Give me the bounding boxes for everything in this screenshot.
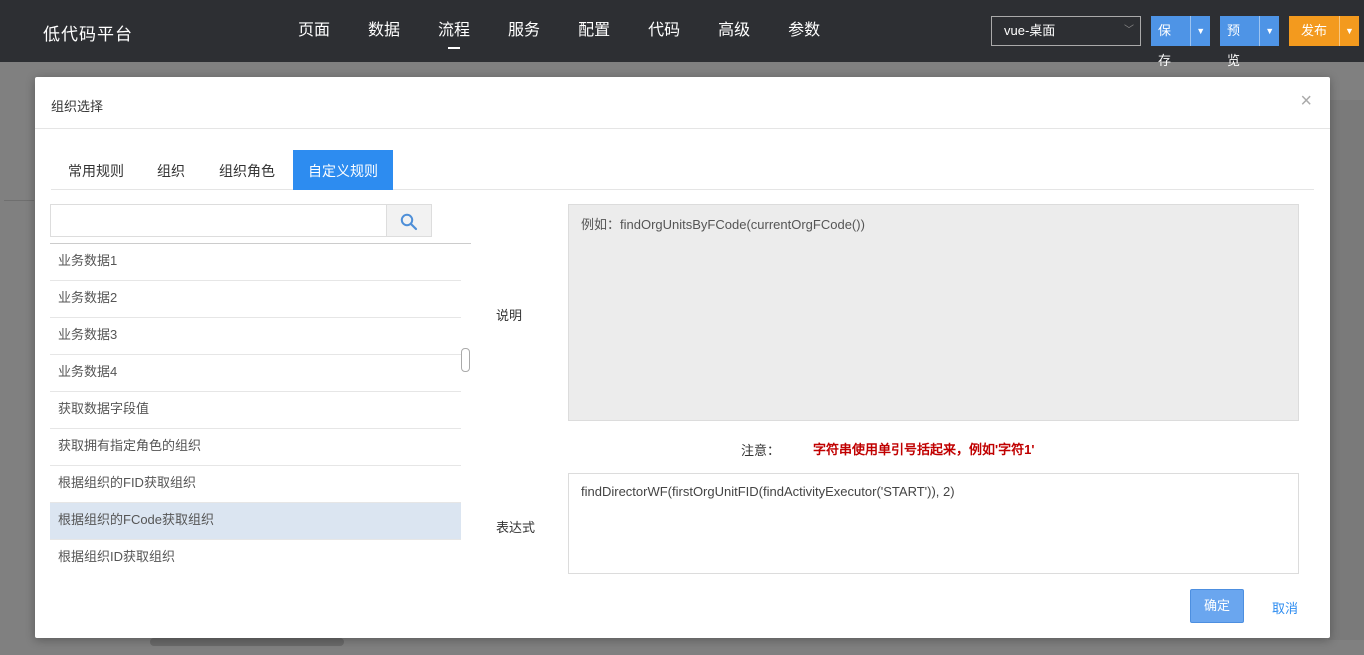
background-scrollbar [150,638,344,646]
list-item[interactable]: 根据组织的FID获取组织 [50,466,461,503]
list-scrollbar-thumb[interactable] [461,348,470,372]
app-title: 低代码平台 [43,25,133,44]
publish-split-button[interactable]: 发布 ▼ [1289,16,1359,46]
desc-label: 说明 [496,308,523,323]
search-icon [400,213,418,231]
save-split-button[interactable]: 保存 ▼ [1151,16,1210,68]
top-bar: 低代码平台 页面 数据 流程 服务 配置 代码 高级 参数 vue-桌面 ﹀ 保存 ▼ 预览 … [0,0,1364,68]
nav-item-code[interactable]: 代码 [648,0,680,62]
env-select-value: vue-桌面 [1004,23,1056,38]
org-select-dialog: 组织选择 × 常用规则 组织 组织角色 自定义规则 业务数据1 业务数据2 业务… [35,77,1330,638]
note-label: 注意： [741,443,781,458]
tab-org[interactable]: 组织 [155,150,187,190]
nav-item-config[interactable]: 配置 [578,0,610,62]
cancel-button[interactable]: 取消 [1272,598,1298,617]
background-divider [4,200,34,201]
list-item[interactable]: 业务数据4 [50,355,461,392]
expr-label: 表达式 [496,520,536,535]
note-text: 字符串使用单引号括起来，例如'字符1' [813,442,1035,457]
dialog-header: 组织选择 × [35,77,1330,129]
close-icon[interactable]: × [1300,91,1312,111]
nav-item-data[interactable]: 数据 [368,0,400,62]
chevron-down-icon: ﹀ [1124,25,1134,36]
nav-item-params[interactable]: 参数 [788,0,820,62]
tab-custom-rules[interactable]: 自定义规则 [293,150,393,190]
search-input[interactable] [50,204,387,237]
desc-text: 例如：findOrgUnitsByFCode(currentOrgFCode()… [568,204,1299,421]
list-item[interactable]: 根据组织ID获取组织 [50,540,461,574]
env-select[interactable]: vue-桌面 ﹀ [991,16,1141,46]
list-item[interactable]: 获取拥有指定角色的组织 [50,429,461,466]
rule-list: 业务数据1 业务数据2 业务数据3 业务数据4 获取数据字段值 获取拥有指定角色… [50,244,461,574]
search-button[interactable] [386,204,432,237]
ok-button[interactable]: 确定 [1190,589,1244,623]
publish-dropdown-arrow-icon[interactable]: ▼ [1339,16,1359,46]
nav-item-advanced[interactable]: 高级 [718,0,750,62]
list-item[interactable]: 业务数据1 [50,244,461,281]
preview-button[interactable]: 预览 [1220,16,1259,68]
nav-item-page[interactable]: 页面 [298,0,330,62]
list-item[interactable]: 获取数据字段值 [50,392,461,429]
expr-textarea[interactable]: findDirectorWF(firstOrgUnitFID(findActiv… [568,473,1299,574]
tab-org-role[interactable]: 组织角色 [217,150,277,190]
dialog-title: 组织选择 [51,99,104,114]
dialog-tabs: 常用规则 组织 组织角色 自定义规则 [51,150,1314,190]
background-side-panel [1328,100,1364,640]
save-dropdown-arrow-icon[interactable]: ▼ [1190,16,1210,46]
nav-item-flow[interactable]: 流程 [438,0,470,62]
publish-button[interactable]: 发布 [1289,16,1339,46]
list-item-selected[interactable]: 根据组织的FCode获取组织 [50,503,461,540]
list-item[interactable]: 业务数据3 [50,318,461,355]
preview-dropdown-arrow-icon[interactable]: ▼ [1259,16,1279,46]
preview-split-button[interactable]: 预览 ▼ [1220,16,1279,68]
list-item[interactable]: 业务数据2 [50,281,461,318]
tab-common-rules[interactable]: 常用规则 [67,150,125,190]
nav-item-service[interactable]: 服务 [508,0,540,62]
main-nav: 页面 数据 流程 服务 配置 代码 高级 参数 [298,0,838,62]
save-button[interactable]: 保存 [1151,16,1190,68]
